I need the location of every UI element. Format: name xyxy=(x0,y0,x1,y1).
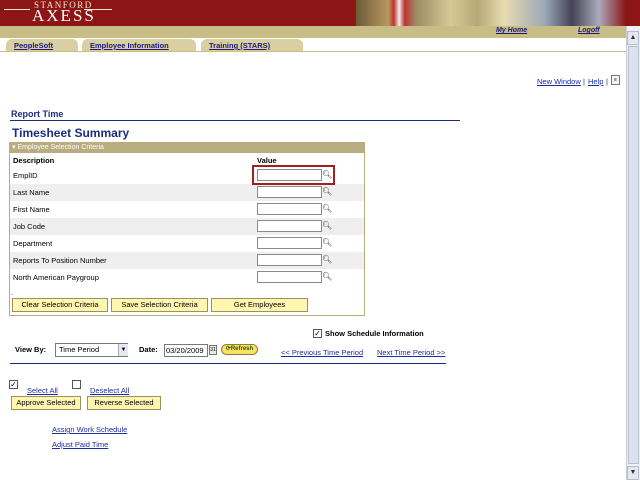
top-nav-bar xyxy=(0,26,640,38)
label-first-name: First Name xyxy=(13,205,50,214)
search-icon[interactable]: 🔍︎ xyxy=(322,237,332,249)
deselect-all-link[interactable]: Deselect All xyxy=(90,386,129,395)
date-label: Date: xyxy=(139,345,158,354)
campus-photo-strip xyxy=(356,0,626,26)
scroll-up-button[interactable]: ▲ xyxy=(627,31,639,45)
select-all-link[interactable]: Select All xyxy=(27,386,58,395)
label-last-name: Last Name xyxy=(13,188,50,197)
scroll-thumb[interactable] xyxy=(628,46,639,464)
my-home-link[interactable]: My Home xyxy=(496,27,527,34)
job-code-input[interactable] xyxy=(257,220,322,232)
scroll-down-button[interactable]: ▼ xyxy=(627,466,639,480)
link-separator-2: | xyxy=(606,77,608,86)
select-all-checkbox-icon[interactable]: ✓ xyxy=(9,380,18,389)
show-schedule-checkbox[interactable]: ✓ xyxy=(313,329,322,338)
help-link[interactable]: Help xyxy=(588,77,603,86)
calendar-icon[interactable]: 31 xyxy=(209,345,217,355)
tab-underline xyxy=(0,51,626,52)
refresh-label: Refresh xyxy=(230,346,254,352)
paygroup-input[interactable] xyxy=(257,271,322,283)
deselect-all-checkbox-icon[interactable] xyxy=(72,380,81,389)
criteria-panel-title: Employee Selection Criteria xyxy=(17,144,104,151)
first-name-input[interactable] xyxy=(257,203,322,215)
col-header-description: Description xyxy=(13,156,55,165)
assign-work-schedule-link[interactable]: Assign Work Schedule xyxy=(52,425,127,434)
search-icon[interactable]: 🔍︎ xyxy=(322,254,332,266)
logoff-link[interactable]: Logoff xyxy=(578,27,600,34)
link-separator: | xyxy=(583,77,585,86)
search-icon[interactable]: 🔍︎ xyxy=(322,271,332,283)
adjust-paid-time-link[interactable]: Adjust Paid Time xyxy=(52,440,108,449)
date-input[interactable]: 03/20/2009 xyxy=(164,344,208,357)
page-title: Timesheet Summary xyxy=(12,126,130,140)
label-department: Department xyxy=(13,239,53,248)
label-emplid: EmplID xyxy=(13,171,38,180)
previous-period-link[interactable]: << Previous Time Period xyxy=(281,348,363,357)
emplid-focus-highlight xyxy=(252,165,335,185)
section-title: Report Time xyxy=(11,109,64,119)
reports-to-input[interactable] xyxy=(257,254,322,266)
section-divider xyxy=(10,120,460,121)
reverse-selected-button[interactable]: Reverse Selected xyxy=(87,396,161,410)
next-period-link[interactable]: Next Time Period >> xyxy=(377,348,445,357)
lower-divider xyxy=(10,363,446,364)
page-info-icon[interactable]: ≡ xyxy=(611,75,620,85)
clear-criteria-button[interactable]: Clear Selection Criteria xyxy=(12,298,108,312)
save-criteria-button[interactable]: Save Selection Criteria xyxy=(111,298,208,312)
label-job-code: Job Code xyxy=(13,222,46,231)
label-paygroup: North American Paygroup xyxy=(13,273,99,282)
refresh-button[interactable]: ⟳Refresh xyxy=(221,344,258,355)
search-icon[interactable]: 🔍︎ xyxy=(322,186,332,198)
collapse-icon[interactable]: ▾ xyxy=(10,144,18,151)
new-window-link[interactable]: New Window xyxy=(537,77,581,86)
show-schedule-label: Show Schedule Information xyxy=(325,329,424,338)
search-icon[interactable]: 🔍︎ xyxy=(322,203,332,215)
get-employees-button[interactable]: Get Employees xyxy=(211,298,308,312)
col-header-value: Value xyxy=(257,156,277,165)
approve-selected-button[interactable]: Approve Selected xyxy=(11,396,81,410)
label-reports-to: Reports To Position Number xyxy=(13,256,107,265)
panel-dot: . xyxy=(11,290,13,297)
logo-axess: AXESS xyxy=(32,6,96,25)
search-icon[interactable]: 🔍︎ xyxy=(322,220,332,232)
logo-rule-left xyxy=(4,9,30,10)
criteria-panel-header[interactable]: ▾ Employee Selection Criteria xyxy=(10,143,364,153)
view-by-label: View By: xyxy=(15,345,47,354)
department-input[interactable] xyxy=(257,237,322,249)
last-name-input[interactable] xyxy=(257,186,322,198)
chevron-down-icon[interactable]: ▼ xyxy=(118,344,128,356)
